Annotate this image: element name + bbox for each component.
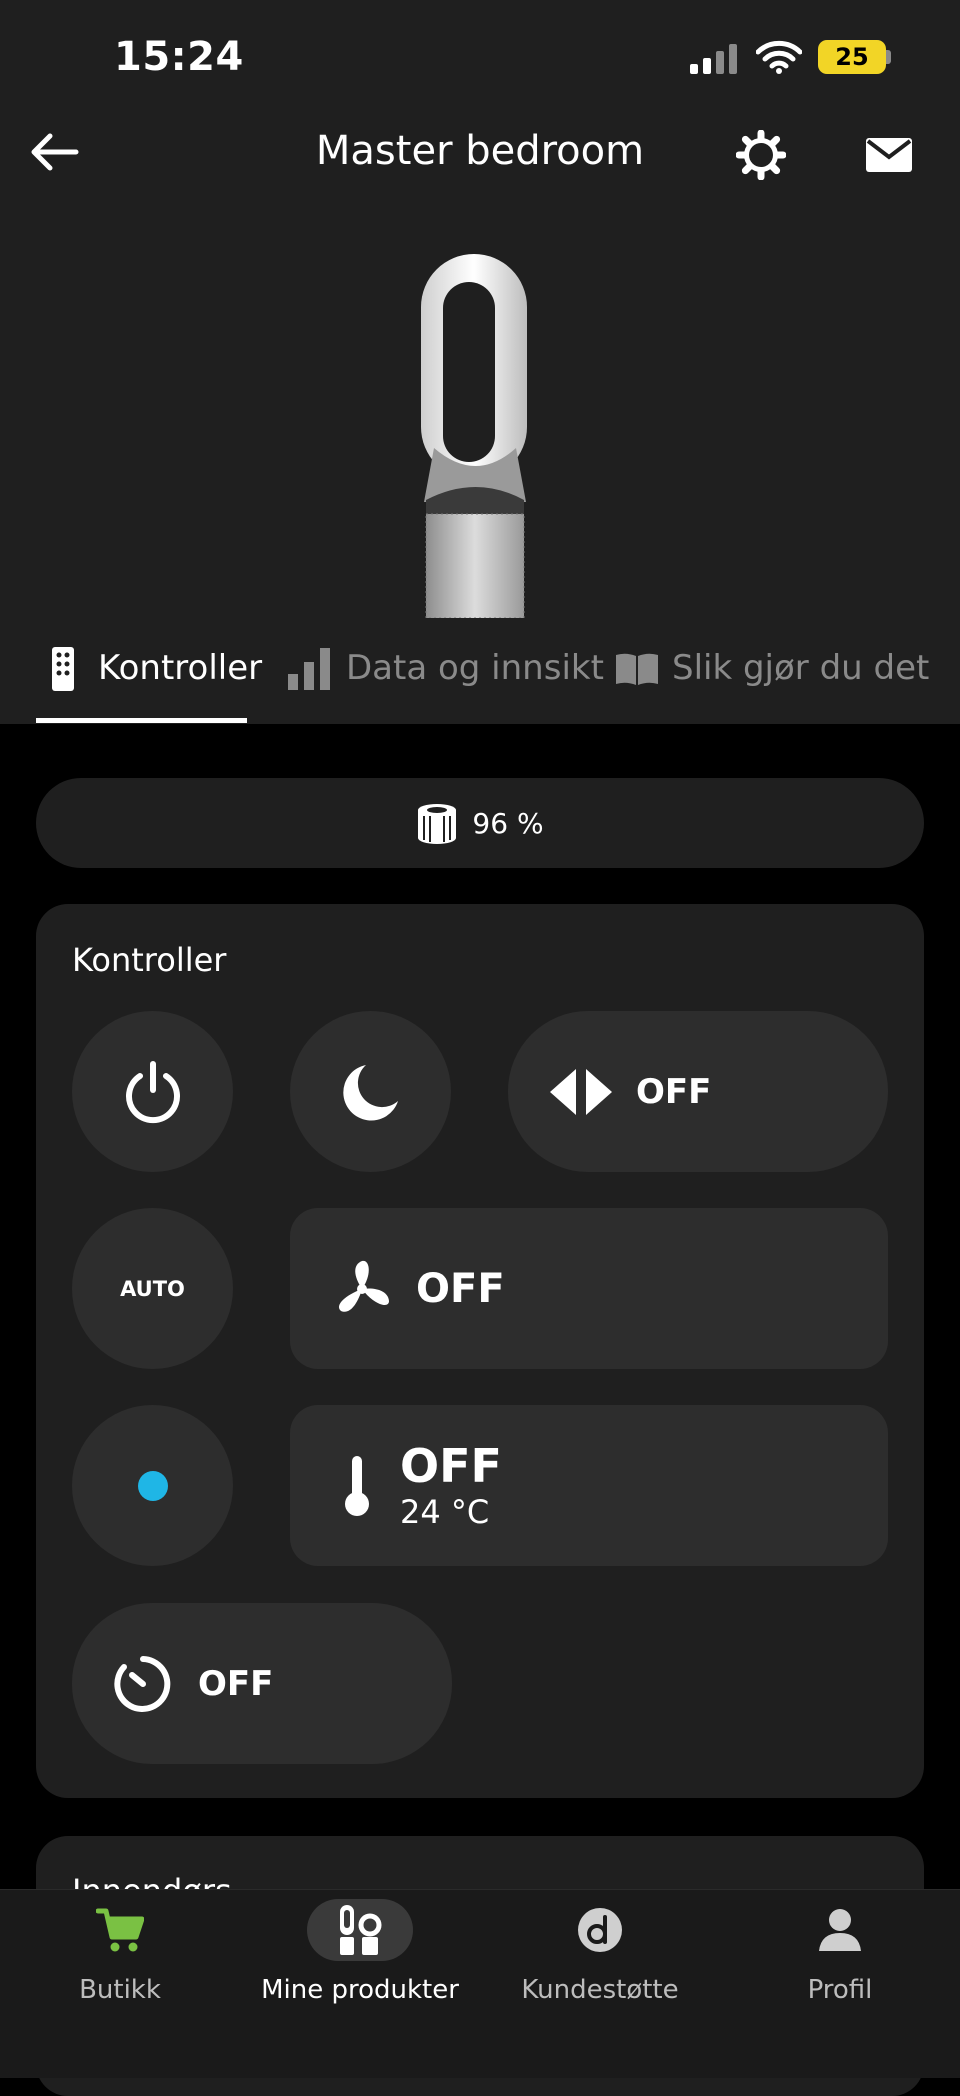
heat-mode-state: OFF (400, 1438, 502, 1493)
auto-mode-label: AUTO (120, 1276, 185, 1301)
power-button[interactable] (72, 1011, 233, 1172)
power-icon (125, 1060, 180, 1123)
remote-icon (52, 647, 74, 691)
filter-life-value: 96 % (472, 806, 544, 840)
thermometer-icon (345, 1455, 369, 1516)
nav-butikk-label: Butikk (79, 1975, 161, 2005)
nav-profil[interactable]: Profil (720, 1897, 960, 2005)
night-mode-button[interactable] (290, 1011, 451, 1172)
controls-card-title: Kontroller (72, 941, 227, 979)
filter-life-pill[interactable]: 96 % (36, 778, 924, 868)
auto-mode-button[interactable]: AUTO (72, 1208, 233, 1369)
cart-icon (96, 1908, 144, 1952)
moon-icon (342, 1064, 398, 1120)
mail-icon[interactable] (866, 138, 912, 172)
light-indicator-button[interactable] (72, 1405, 233, 1566)
tab-active-indicator (36, 718, 247, 723)
products-icon (340, 1905, 382, 1955)
air-purifier-product-image (421, 254, 527, 618)
heat-target-temperature: 24 °C (400, 1492, 490, 1531)
fan-speed-state: OFF (416, 1265, 505, 1312)
filter-icon (418, 804, 457, 844)
oscillation-state: OFF (636, 1071, 712, 1112)
book-icon (616, 653, 658, 685)
fan-icon (338, 1260, 389, 1312)
cellular-signal-icon (690, 44, 737, 74)
nav-mine-produkter-label: Mine produkter (261, 1975, 459, 2005)
oscillation-button[interactable]: OFF (508, 1011, 888, 1172)
wifi-icon (756, 40, 802, 74)
nav-active-pill (307, 1899, 413, 1961)
nav-butikk[interactable]: Butikk (0, 1897, 240, 2005)
fan-speed-button[interactable]: OFF (290, 1208, 888, 1369)
bar-chart-icon (288, 648, 330, 690)
profile-icon (819, 1909, 861, 1951)
nav-mine-produkter[interactable]: Mine produkter (240, 1897, 480, 2005)
battery-indicator: 25 (818, 40, 886, 74)
tab-kontroller[interactable]: Kontroller (98, 648, 262, 688)
battery-cap (886, 50, 891, 64)
tab-slik-gjor-du-det[interactable]: Slik gjør du det (672, 648, 929, 688)
page-title: Master bedroom (315, 128, 645, 174)
sleep-timer-button[interactable]: OFF (72, 1603, 452, 1764)
timer-icon (114, 1655, 171, 1712)
indicator-dot (137, 1470, 168, 1501)
heat-mode-button[interactable]: OFF 24 °C (290, 1405, 888, 1566)
status-time: 15:24 (114, 34, 244, 80)
settings-gear-icon[interactable] (736, 130, 786, 180)
sleep-timer-state: OFF (198, 1663, 274, 1704)
support-icon (578, 1908, 622, 1952)
nav-profil-label: Profil (807, 1975, 873, 2005)
nav-kundestotte-label: Kundestøtte (521, 1975, 679, 2005)
nav-kundestotte[interactable]: Kundestøtte (480, 1897, 720, 2005)
tab-data-og-innsikt[interactable]: Data og innsikt (346, 648, 604, 688)
oscillation-icon (550, 1068, 612, 1115)
